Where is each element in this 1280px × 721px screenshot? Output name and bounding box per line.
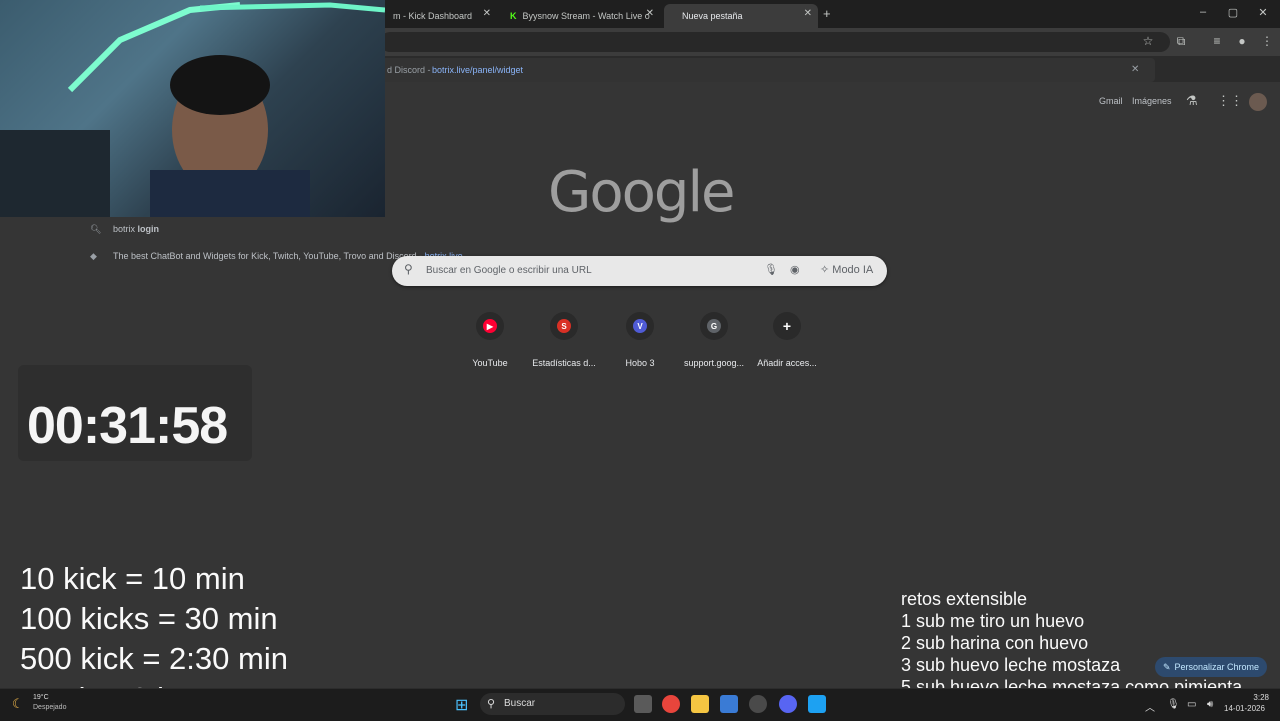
clock-date: 14-01-2026 [1224,704,1265,713]
ai-sparkle-icon: ✧ [820,264,830,276]
extensions-icon[interactable]: ⧉ [1172,34,1190,49]
app-f-icon[interactable] [808,695,826,713]
file-explorer-icon[interactable] [691,695,709,713]
webcam-feed [0,2,385,217]
shortcut-icon-glyph: V [633,319,647,333]
rule-line: 10 kick = 10 min [20,561,245,596]
shortcut-icon: V [626,312,654,340]
chrome-taskbar-icon[interactable] [662,695,680,713]
mic-tray-icon[interactable]: 🎙︎ [1167,699,1180,710]
shortcut-tile[interactable]: V Hobo 3 [605,312,675,368]
task-view-icon[interactable] [634,695,652,713]
suggestion-bold: login [137,224,160,234]
kick-favicon-icon: K [510,11,517,21]
shortcut-label: Estadísticas d... [532,358,596,368]
shortcut-icon: ▶ [476,312,504,340]
site-favicon-icon: ◆ [90,251,97,261]
omnibox-previous-suggestion[interactable]: d Discord - botrix.live/panel/widget ✕ [375,58,1155,82]
shortcut-label: Hobo 3 [625,358,655,368]
weather-temp[interactable]: 19°C [33,694,49,701]
tab-byysnow-stream[interactable]: K Byysnow Stream - Watch Live o ✕ [502,4,660,28]
ai-mode-button[interactable]: ✧ Modo IA [820,263,873,276]
new-tab-plus-icon[interactable]: + [823,6,831,21]
reto-line: 3 sub huevo leche mostaza [901,655,1121,675]
tab-kick-dashboard[interactable]: m - Kick Dashboard ✕ [385,4,497,28]
taskbar-search-label: Buscar [504,698,536,709]
reto-line: 1 sub me tiro un huevo [901,611,1085,631]
reto-line: retos extensible [901,589,1028,609]
shortcut-tile[interactable]: + Añadir acces... [752,312,822,368]
google-search-box[interactable]: ⚲ Buscar en Google o escribir una URL 🎙︎… [392,256,887,286]
images-link[interactable]: Imágenes [1132,96,1172,106]
ai-mode-label: Modo IA [832,264,874,276]
tab-label: m - Kick Dashboard [393,11,473,21]
webcam-overlay [0,0,385,217]
tab-label: Nueva pestaña [682,11,743,21]
account-avatar[interactable] [1249,93,1267,111]
media-control-icon[interactable]: ≡ [1208,34,1226,48]
close-window-icon[interactable]: ✕ [1253,6,1273,19]
shortcut-tile[interactable]: ▶ YouTube [455,312,525,368]
app-icon[interactable] [749,695,767,713]
apps-grid-icon[interactable]: ⋮⋮ [1217,93,1243,109]
suggestion-text: botrix [113,224,138,234]
close-tab-icon[interactable]: ✕ [804,8,812,19]
tab-new-tab[interactable]: Nueva pestaña ✕ [664,4,818,28]
close-tab-icon[interactable]: ✕ [646,8,654,19]
maximize-icon[interactable]: ▢ [1223,6,1243,19]
shortcut-icon: + [773,312,801,340]
search-icon: 🔍︎ [90,224,102,234]
suggestion-row[interactable]: 🔍︎ botrix login [80,218,1170,242]
shortcut-label: Añadir acces... [757,358,817,368]
shortcut-tile[interactable]: S Estadísticas d... [529,312,599,368]
suggestion-title: d Discord - [387,65,431,75]
microphone-icon[interactable]: 🎙︎ [764,263,778,276]
weather-moon-icon: ☾ [12,696,24,711]
suggestion-url: botrix.live/panel/widget [432,65,524,75]
address-bar[interactable] [380,32,1170,52]
search-icon: ⚲ [487,698,496,710]
reto-line: 2 sub harina con huevo [901,633,1089,653]
search-placeholder: Buscar en Google o escribir una URL [426,265,592,276]
labs-flask-icon[interactable]: ⚗ [1186,93,1198,109]
chrome-menu-icon[interactable]: ⋮ [1258,34,1276,48]
network-icon[interactable]: ▭ [1187,699,1196,710]
pencil-icon: ✎ [1162,661,1171,672]
search-icon: ⚲ [404,262,413,276]
minimize-icon[interactable]: – [1193,6,1213,18]
countdown-timer: 00:31:58 [27,397,228,455]
clock-time[interactable]: 3:28 [1227,693,1269,702]
shortcut-icon-glyph: S [557,319,571,333]
shortcut-label: support.goog... [683,358,745,368]
discord-icon[interactable] [779,695,797,713]
close-tab-icon[interactable]: ✕ [483,8,491,19]
customize-chrome-button[interactable]: ✎ Personalizar Chrome [1155,657,1267,677]
windows-start-icon[interactable]: ⊞ [455,695,468,715]
shortcut-icon-glyph: + [782,318,792,334]
rule-line: 500 kick = 2:30 min [20,641,288,676]
shortcut-tile[interactable]: Gsupport.goog... [679,312,749,368]
taskbar-search[interactable]: ⚲ Buscar [480,693,625,715]
shortcut-icon-glyph: G [707,319,721,333]
tray-chevron-icon[interactable]: ︿ [1145,699,1155,714]
store-icon[interactable] [720,695,738,713]
bookmark-star-icon[interactable]: ☆ [1139,34,1157,48]
volume-icon[interactable]: 🔊︎ [1207,699,1213,710]
shortcut-icon: S [550,312,578,340]
shortcut-icon: G [700,312,728,340]
customize-label: Personalizar Chrome [1174,662,1260,672]
gmail-link[interactable]: Gmail [1099,96,1123,106]
close-suggestion-icon[interactable]: ✕ [1131,64,1139,75]
profile-avatar-icon[interactable]: ● [1233,34,1251,48]
weather-text: Despejado [33,704,67,711]
shortcut-label: YouTube [472,358,508,368]
shortcut-icon-glyph: ▶ [483,319,497,333]
lens-camera-icon[interactable]: ◉ [790,263,800,276]
suggestion-text: The best ChatBot and Widgets for Kick, T… [113,251,425,261]
rule-line: 100 kicks = 30 min [20,601,278,636]
tab-label: Byysnow Stream - Watch Live o [522,11,650,21]
